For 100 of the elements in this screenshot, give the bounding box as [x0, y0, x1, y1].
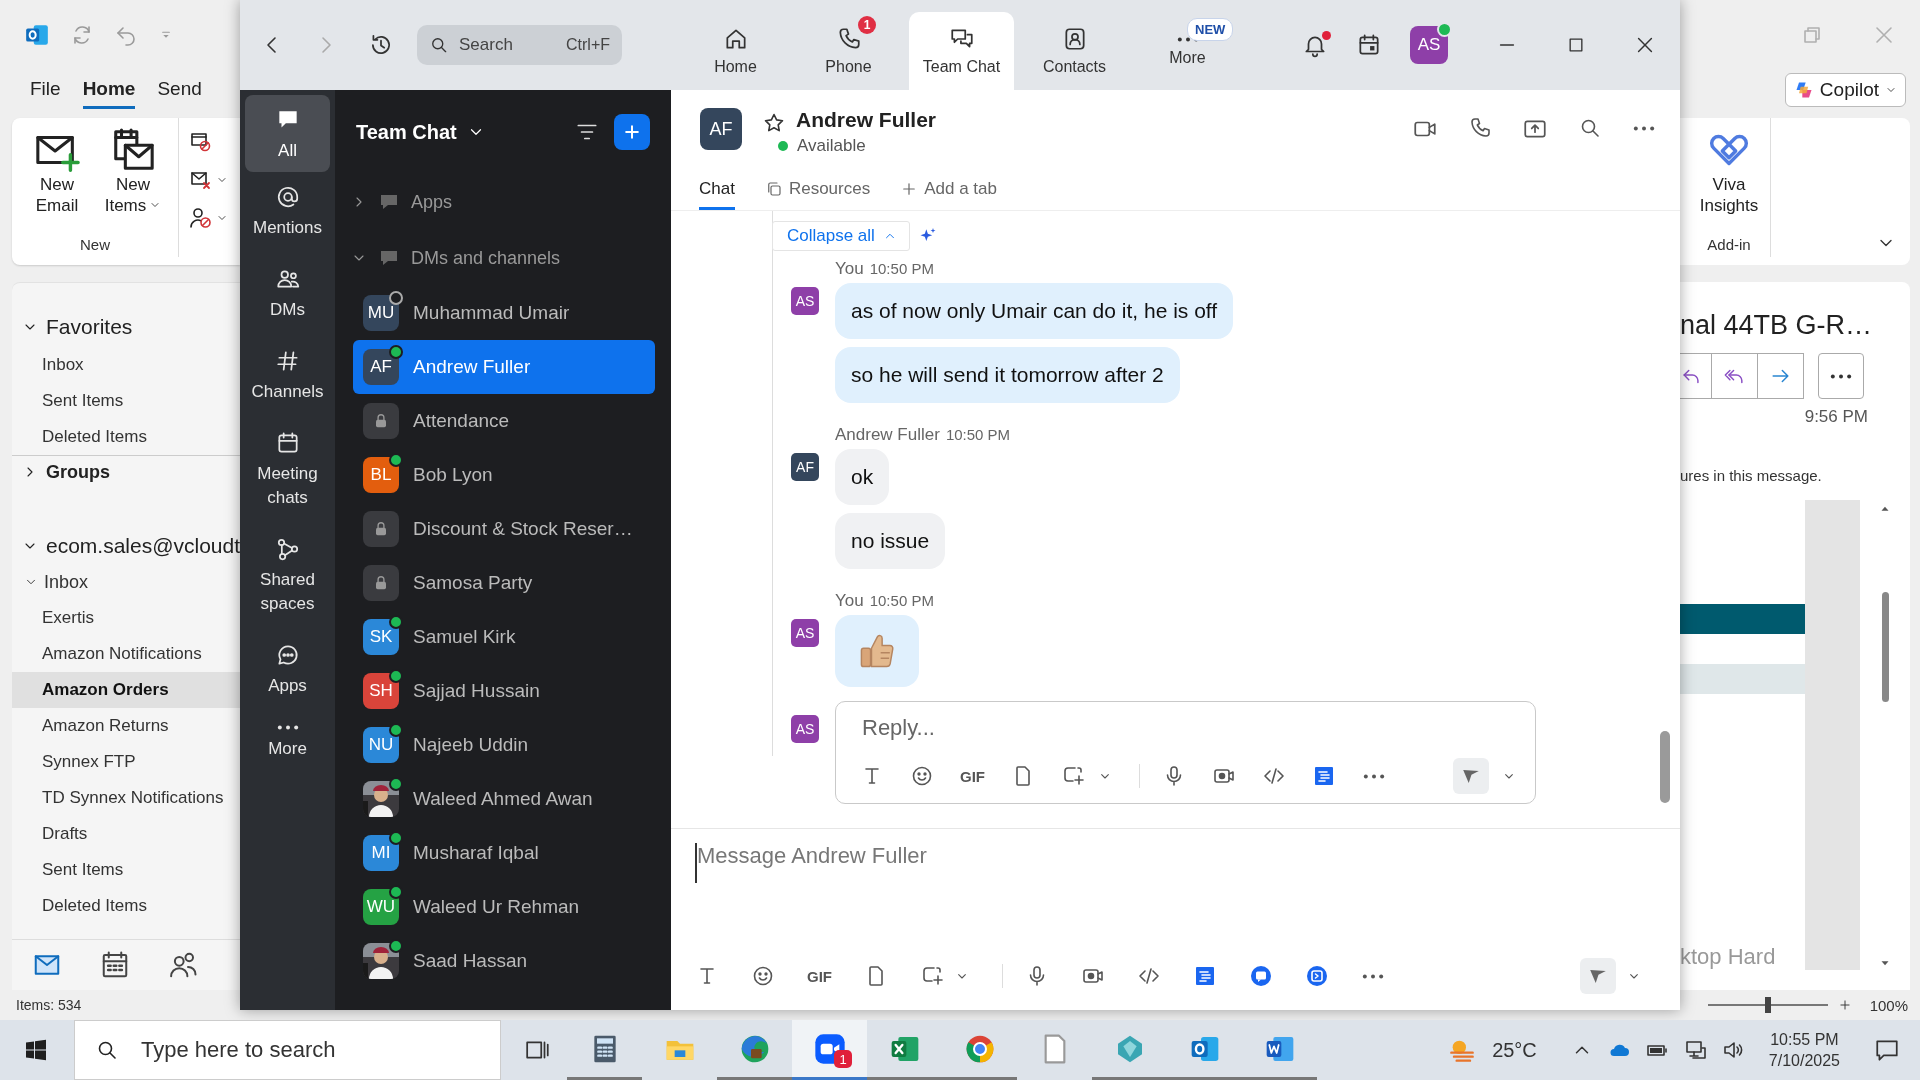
ribbon-tab[interactable]: Home	[82, 71, 136, 109]
emoji-icon[interactable]	[910, 764, 934, 788]
body-text: ktop Hard	[1680, 944, 1777, 970]
search-box[interactable]: Search Ctrl+F	[417, 25, 622, 65]
list-title[interactable]: Team Chat	[356, 120, 485, 144]
folder-header[interactable]: Inbox	[12, 564, 240, 600]
avatar: SK	[363, 619, 399, 655]
send-icon[interactable]	[1580, 958, 1616, 994]
start-icon[interactable]	[24, 1038, 48, 1062]
folder-item[interactable]: Deleted Items	[12, 419, 240, 455]
ribbon-tab[interactable]: Send	[157, 71, 202, 109]
section-header[interactable]: DMs and channels	[335, 230, 671, 286]
app-icon[interactable]	[1305, 964, 1329, 988]
temperature[interactable]: 25°C	[1492, 1038, 1537, 1062]
ribbon-button[interactable]: Viva Insights	[1694, 124, 1764, 220]
document-icon[interactable]	[1193, 964, 1217, 988]
folder-item[interactable]: Amazon Notifications	[12, 636, 240, 672]
person-block-icon[interactable]	[189, 206, 213, 230]
chat-list-item[interactable]: Saad Hassan	[353, 934, 655, 988]
more-icon[interactable]	[1632, 125, 1656, 132]
chat-list-item[interactable]: WU Waleed Ur Rehman	[353, 880, 655, 934]
taskbar-app[interactable]: 1	[792, 1020, 867, 1080]
folder-item[interactable]: Drafts	[12, 816, 240, 852]
rail-tab[interactable]: More	[240, 712, 335, 775]
message-field[interactable]: Message Andrew Fuller	[695, 843, 1656, 883]
folder-item[interactable]: Deleted Items	[12, 888, 240, 924]
section-header[interactable]: Apps	[335, 174, 671, 230]
calendar-icon[interactable]	[1356, 32, 1382, 58]
chat-list-item[interactable]: MU Muhammad Umair	[353, 286, 655, 340]
rail-tab[interactable]: Shared spaces	[240, 524, 335, 630]
scrollbar-thumb[interactable]	[1660, 731, 1670, 803]
nav-tab[interactable]: Home	[683, 12, 788, 90]
chat-list-item[interactable]: NU Najeeb Uddin	[353, 718, 655, 772]
chat-tab[interactable]: Chat	[699, 170, 735, 210]
notification-icon[interactable]	[1874, 1037, 1900, 1063]
chat-list-item[interactable]: MI Musharaf Iqbal	[353, 826, 655, 880]
more-icon[interactable]	[1361, 972, 1385, 980]
avatar[interactable]: AS	[1410, 26, 1448, 64]
nav-tab[interactable]: NEW More	[1135, 12, 1240, 90]
slider-thumb[interactable]	[1764, 997, 1771, 1013]
chat-tab[interactable]: Add a tab	[900, 170, 997, 210]
rail-tab[interactable]: Channels	[240, 336, 335, 418]
document-icon[interactable]	[1312, 764, 1336, 788]
folder-header[interactable]: Favorites	[12, 307, 240, 347]
clock[interactable]: 10:55 PM 7/10/2025	[1768, 1029, 1840, 1071]
folder-item[interactable]: Amazon Returns	[12, 708, 240, 744]
rail-tab[interactable]: Mentions	[240, 172, 335, 254]
calendar-icon[interactable]	[100, 950, 130, 980]
ribbon-tab[interactable]: File	[30, 71, 61, 109]
avatar: AS	[791, 715, 819, 743]
nav-tab[interactable]: Contacts	[1022, 12, 1127, 90]
rail-tab[interactable]: Apps	[240, 630, 335, 712]
screenshot-icon[interactable]	[1061, 764, 1085, 788]
screenshot-icon[interactable]	[920, 964, 944, 988]
ribbon-button[interactable]: New Items	[98, 124, 168, 220]
chat-list-item[interactable]: Attendance	[353, 394, 655, 448]
chat-list-item[interactable]: Waleed Ahmed Awan	[353, 772, 655, 826]
search-input[interactable]: Search	[457, 34, 541, 56]
nav-tab[interactable]: Team Chat	[909, 12, 1014, 90]
copilot-button[interactable]: Copilot	[1784, 73, 1906, 107]
folder-item[interactable]: Synnex FTP	[12, 744, 240, 780]
folder-item[interactable]: Sent Items	[12, 852, 240, 888]
rail-tab[interactable]: All	[245, 95, 330, 172]
more-icon[interactable]	[1362, 772, 1386, 780]
nav-tab[interactable]: 1 Phone	[796, 12, 901, 90]
folder-item[interactable]: Exertis	[12, 600, 240, 636]
gif-button[interactable]: GIF	[960, 767, 985, 785]
chat-list-item[interactable]: BL Bob Lyon	[353, 448, 655, 502]
emoji-icon[interactable]	[751, 964, 775, 988]
folder-item[interactable]: Inbox	[12, 347, 240, 383]
chat-list-item[interactable]: SK Samuel Kirk	[353, 610, 655, 664]
avatar: SH	[363, 673, 399, 709]
info-text: ures in this message.	[1680, 467, 1823, 484]
folder-item[interactable]: TD Synnex Notifications	[12, 780, 240, 816]
folder-header[interactable]: Groups	[12, 456, 240, 488]
gif-button[interactable]: GIF	[807, 967, 832, 985]
chat-list-item[interactable]: AF Andrew Fuller	[353, 340, 655, 394]
ribbon-button[interactable]: New Email	[22, 124, 92, 220]
reply-field[interactable]: Reply... GIF	[835, 701, 1536, 804]
plus-icon[interactable]	[1837, 998, 1852, 1012]
search-box[interactable]: Type here to search	[74, 1020, 501, 1080]
chat-tab[interactable]: Resources	[764, 170, 871, 210]
collapse-button[interactable]: Collapse all	[772, 221, 910, 251]
add-icon[interactable]	[614, 114, 650, 150]
rail-tab[interactable]: Meeting chats	[240, 418, 335, 524]
folder-item[interactable]: Amazon Orders	[12, 672, 240, 708]
search-field[interactable]: Type here to search	[139, 1036, 483, 1064]
phone-icon[interactable]	[1468, 116, 1492, 140]
chat-list-item[interactable]: Samosa Party	[353, 556, 655, 610]
chat-list-item[interactable]: SH Sajjad Hussain	[353, 664, 655, 718]
people-icon[interactable]	[168, 950, 198, 980]
folder-item[interactable]: Sent Items	[12, 383, 240, 419]
folder-header[interactable]: ecom.sales@vcloudt	[12, 528, 240, 564]
chat-list-item[interactable]: Discount & Stock Reser…	[353, 502, 655, 556]
chat-app-icon[interactable]	[1249, 964, 1273, 988]
mail-block-icon[interactable]	[189, 130, 213, 154]
send-icon[interactable]	[1453, 758, 1489, 794]
reply-all-icon[interactable]	[1712, 353, 1758, 399]
scrollbar-thumb[interactable]	[1881, 592, 1889, 702]
rail-tab[interactable]: DMs	[240, 254, 335, 336]
